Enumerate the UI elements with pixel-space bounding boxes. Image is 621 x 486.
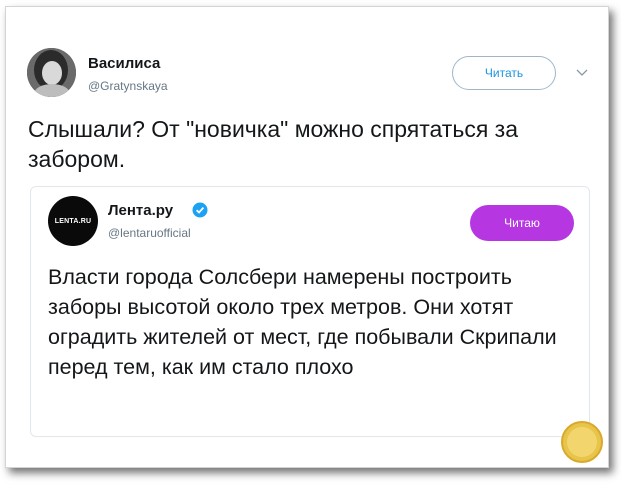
lenta-logo[interactable]: LENTA.RU [48,196,98,246]
quoted-author-name[interactable]: Лента.ру [108,202,173,219]
watermark-logo [561,421,603,463]
author-avatar[interactable] [27,48,76,97]
quoted-author-handle[interactable]: @lentaruofficial [108,226,191,240]
quoted-tweet-text: Власти города Солсбери намерены построит… [48,265,557,379]
author-handle[interactable]: @Gratynskaya [88,79,168,93]
verified-badge-icon [192,202,208,218]
lenta-logo-text: LENTA.RU [54,217,92,225]
chevron-down-icon[interactable] [575,66,589,80]
follow-button[interactable]: Читать [452,56,556,90]
author-name[interactable]: Василиса [88,55,160,72]
avatar-photo [27,48,76,97]
following-button[interactable]: Читаю [470,205,574,241]
tweet-text: Слышали? От "новичка" можно спрятаться з… [28,116,519,172]
